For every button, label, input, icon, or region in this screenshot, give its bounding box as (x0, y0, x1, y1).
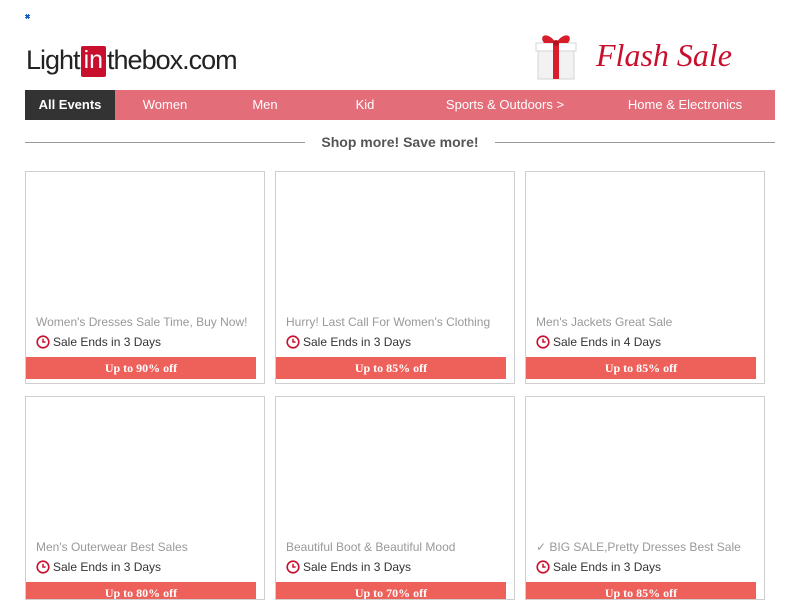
sale-card[interactable]: Women's Dresses Sale Time, Buy Now! Sale… (25, 171, 265, 384)
sale-card-offer[interactable]: Up to 90% off (26, 357, 256, 379)
nav-item-home-electronics[interactable]: Home & Electronics (595, 90, 775, 120)
page-marker (25, 14, 30, 19)
sale-card-title[interactable]: Beautiful Boot & Beautiful Mood (286, 540, 455, 554)
sale-card-ends-text: Sale Ends in 3 Days (303, 335, 412, 349)
sale-card-ends: Sale Ends in 3 Days (286, 335, 411, 349)
clock-icon (536, 560, 550, 574)
sale-card-ends: Sale Ends in 3 Days (286, 560, 411, 574)
sale-card-ends-text: Sale Ends in 3 Days (553, 560, 662, 574)
sale-card-ends-text: Sale Ends in 3 Days (303, 560, 412, 574)
divider-line-left (25, 142, 305, 143)
sale-card[interactable]: Beautiful Boot & Beautiful Mood Sale End… (275, 396, 515, 600)
category-nav: All Events Women Men Kid Sports & Outdoo… (25, 90, 775, 120)
sale-card[interactable]: Men's Outerwear Best Sales Sale Ends in … (25, 396, 265, 600)
sale-card-ends-text: Sale Ends in 4 Days (553, 335, 662, 349)
clock-icon (286, 335, 300, 349)
sale-card[interactable]: ✓ BIG SALE,Pretty Dresses Best Sale Sale… (525, 396, 765, 600)
nav-item-kid[interactable]: Kid (315, 90, 415, 120)
nav-item-men[interactable]: Men (215, 90, 315, 120)
gift-icon (532, 29, 580, 81)
sale-card-title[interactable]: Hurry! Last Call For Women's Clothing (286, 315, 490, 329)
nav-item-women[interactable]: Women (115, 90, 215, 120)
sale-card-offer[interactable]: Up to 85% off (526, 357, 756, 379)
sale-card-offer[interactable]: Up to 70% off (276, 582, 506, 599)
site-logo[interactable]: Light in thebox.com (26, 34, 238, 77)
sale-card-title[interactable]: ✓ BIG SALE,Pretty Dresses Best Sale (536, 540, 741, 554)
logo-text-left: Light (26, 45, 81, 75)
clock-icon (36, 560, 50, 574)
sale-card-title[interactable]: Men's Outerwear Best Sales (36, 540, 188, 554)
sale-card-title[interactable]: Women's Dresses Sale Time, Buy Now! (36, 315, 247, 329)
sale-card-ends-text: Sale Ends in 3 Days (53, 560, 162, 574)
logo-text-mid: in (80, 46, 107, 77)
flash-sale-title: Flash Sale (596, 37, 732, 73)
flash-sale-banner[interactable]: Flash Sale (532, 28, 742, 82)
section-divider: Shop more! Save more! (25, 132, 775, 152)
logo-text-right: thebox.com (107, 45, 238, 75)
sale-card-offer[interactable]: Up to 85% off (276, 357, 506, 379)
sale-card-ends: Sale Ends in 4 Days (536, 335, 661, 349)
nav-item-sports-outdoors[interactable]: Sports & Outdoors > (415, 90, 595, 120)
section-tagline: Shop more! Save more! (321, 134, 479, 150)
sale-card-ends: Sale Ends in 3 Days (536, 560, 661, 574)
sale-card-ends: Sale Ends in 3 Days (36, 335, 161, 349)
divider-line-right (495, 142, 775, 143)
nav-item-all-events[interactable]: All Events (25, 90, 115, 120)
clock-icon (536, 335, 550, 349)
sale-card-ends-text: Sale Ends in 3 Days (53, 335, 162, 349)
sale-card[interactable]: Hurry! Last Call For Women's Clothing Sa… (275, 171, 515, 384)
sale-card-offer[interactable]: Up to 85% off (526, 582, 756, 599)
clock-icon (286, 560, 300, 574)
sale-card[interactable]: Men's Jackets Great Sale Sale Ends in 4 … (525, 171, 765, 384)
sale-card-offer[interactable]: Up to 80% off (26, 582, 256, 599)
sale-card-ends: Sale Ends in 3 Days (36, 560, 161, 574)
sale-card-title[interactable]: Men's Jackets Great Sale (536, 315, 672, 329)
clock-icon (36, 335, 50, 349)
